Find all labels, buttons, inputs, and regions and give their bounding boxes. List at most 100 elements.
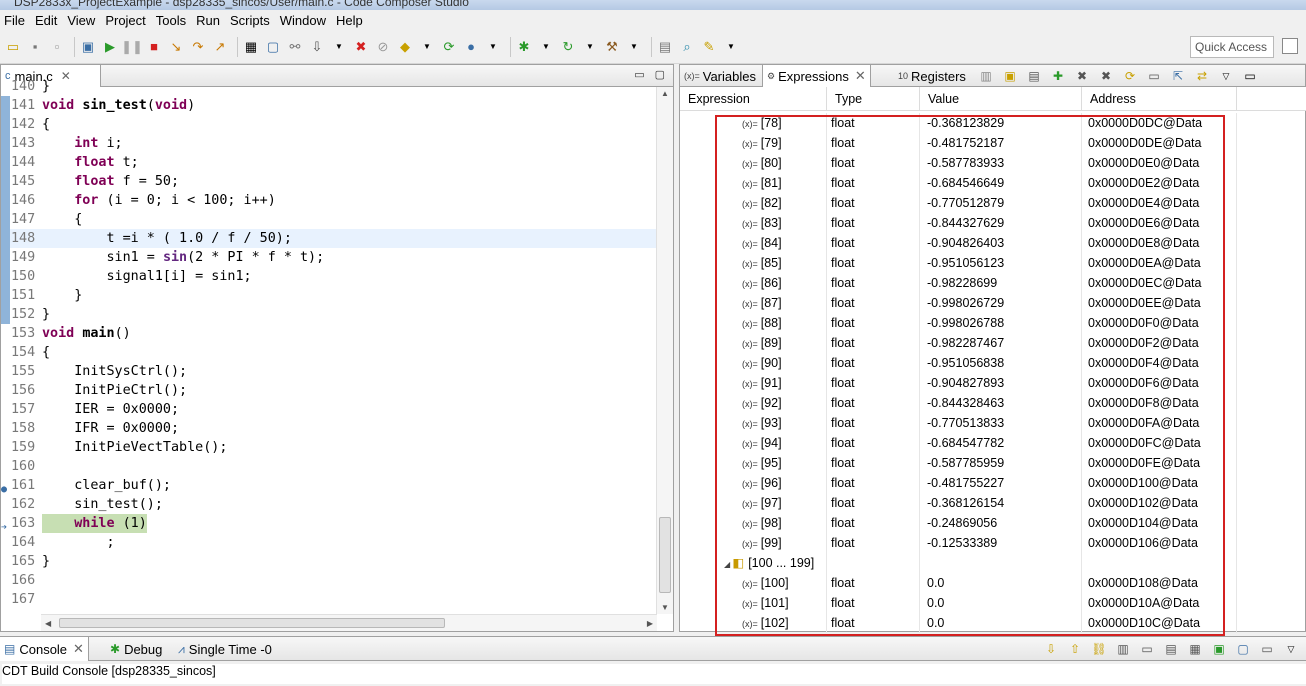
value-cell[interactable]: -0.24869056: [927, 513, 997, 533]
quick-access-input[interactable]: Quick Access: [1190, 36, 1274, 58]
table-row[interactable]: (x)= [84] float -0.904826403 0x0000D0E8@Data: [680, 233, 1237, 253]
tab-console[interactable]: ▤ Console ✕: [0, 637, 89, 661]
code-line[interactable]: 160: [1, 457, 657, 476]
code-line[interactable]: 141 void sin_test(void): [1, 96, 657, 115]
scroll-thumb[interactable]: [659, 517, 671, 593]
console-icon[interactable]: ▤: [656, 38, 674, 56]
code-line[interactable]: ● 161 clear_buf();: [1, 476, 657, 495]
view-menu-icon[interactable]: ▽: [1216, 67, 1236, 85]
code-line[interactable]: 155 InitSysCtrl();: [1, 362, 657, 381]
format-icon[interactable]: ▣: [1000, 67, 1020, 85]
chip-icon[interactable]: ◆: [396, 38, 414, 56]
value-cell[interactable]: -0.844327629: [927, 213, 1004, 233]
open-icon[interactable]: ▭: [1258, 640, 1276, 658]
run-icon[interactable]: ↻: [559, 38, 577, 56]
monitor-icon[interactable]: ▢: [264, 38, 282, 56]
value-cell[interactable]: -0.368123829: [927, 113, 1004, 133]
code-line[interactable]: 140}: [1, 77, 657, 96]
view-menu-icon[interactable]: ▽: [1282, 640, 1300, 658]
code-line[interactable]: 165}: [1, 552, 657, 571]
pin-icon[interactable]: ⇱: [1168, 67, 1188, 85]
table-row[interactable]: (x)= [88] float -0.998026788 0x0000D0F0@Data: [680, 313, 1237, 333]
table-row[interactable]: (x)= [89] float -0.982287467 0x0000D0F2@Data: [680, 333, 1237, 353]
value-cell[interactable]: 0.0: [927, 593, 944, 613]
copy-icon[interactable]: ▭: [1138, 640, 1156, 658]
resume-icon[interactable]: ▶: [101, 38, 119, 56]
value-cell[interactable]: -0.770513833: [927, 413, 1004, 433]
table-row[interactable]: (x)= [95] float -0.587785959 0x0000D0FE@Data: [680, 453, 1237, 473]
code-line[interactable]: 153 void main(): [1, 324, 657, 343]
close-icon[interactable]: ✕: [73, 641, 84, 657]
code-line[interactable]: 167: [1, 590, 657, 604]
scroll-right-icon[interactable]: ▶: [647, 619, 653, 628]
debug-bug-icon[interactable]: ✱: [515, 38, 533, 56]
value-cell[interactable]: -0.951056838: [927, 353, 1004, 373]
code-line[interactable]: 152}: [1, 305, 657, 324]
minimize-icon[interactable]: ▭: [1240, 67, 1260, 85]
table-row[interactable]: (x)= [94] float -0.684547782 0x0000D0FC@Data: [680, 433, 1237, 453]
table-row[interactable]: (x)= [79] float -0.481752187 0x0000D0DE@Data: [680, 133, 1237, 153]
value-cell[interactable]: -0.481752187: [927, 133, 1004, 153]
code-line[interactable]: 151 }: [1, 286, 657, 305]
code-line[interactable]: 142 {: [1, 115, 657, 134]
display-icon[interactable]: ▢: [1234, 640, 1252, 658]
table-row[interactable]: (x)= [78] float -0.368123829 0x0000D0DC@Data: [680, 113, 1237, 133]
toggle-icon[interactable]: ▥: [976, 67, 996, 85]
table-row[interactable]: (x)= [96] float -0.481755227 0x0000D100@Data: [680, 473, 1237, 493]
menu-view[interactable]: View: [65, 13, 103, 28]
menu-project[interactable]: Project: [103, 13, 153, 28]
arrow-up-icon[interactable]: ⇧: [1066, 640, 1084, 658]
refresh-icon[interactable]: ⟳: [1120, 67, 1140, 85]
remove-icon[interactable]: ✖: [1072, 67, 1092, 85]
table-row[interactable]: (x)= [97] float -0.368126154 0x0000D102@Data: [680, 493, 1237, 513]
value-cell[interactable]: -0.982287467: [927, 333, 1004, 353]
chevron-down-icon[interactable]: ▼: [537, 38, 555, 56]
table-row[interactable]: (x)= [98] float -0.24869056 0x0000D104@Data: [680, 513, 1237, 533]
save-all-icon[interactable]: ▫: [48, 38, 66, 56]
code-line[interactable]: 149 sin1 = sin(2 * PI * f * t);: [1, 248, 657, 267]
chevron-down-icon[interactable]: ▼: [484, 38, 502, 56]
pencil-icon[interactable]: ✎: [700, 38, 718, 56]
value-cell[interactable]: -0.684546649: [927, 173, 1004, 193]
menu-edit[interactable]: Edit: [33, 13, 65, 28]
code-line[interactable]: 146 for (i = 0; i < 100; i++): [1, 191, 657, 210]
value-cell[interactable]: -0.998026788: [927, 313, 1004, 333]
chevron-down-icon[interactable]: ▼: [330, 38, 348, 56]
menu-file[interactable]: File: [2, 13, 33, 28]
tab-registers[interactable]: 10 Registers: [894, 65, 970, 87]
code-line[interactable]: 154 {: [1, 343, 657, 362]
horizontal-scrollbar[interactable]: ◀ ▶: [41, 614, 657, 631]
clear-icon[interactable]: ▤: [1162, 640, 1180, 658]
scroll-left-icon[interactable]: ◀: [45, 619, 51, 628]
code-line[interactable]: 166: [1, 571, 657, 590]
code-line[interactable]: 144 float t;: [1, 153, 657, 172]
menu-window[interactable]: Window: [278, 13, 334, 28]
table-row[interactable]: (x)= [92] float -0.844328463 0x0000D0F8@Data: [680, 393, 1237, 413]
value-cell[interactable]: -0.12533389: [927, 533, 997, 553]
column-address[interactable]: Address: [1082, 87, 1237, 111]
value-cell[interactable]: -0.904827893: [927, 373, 1004, 393]
code-area[interactable]: 140} 141 void sin_test(void) 142 {143 int i;…: [1, 77, 657, 604]
value-cell[interactable]: -0.587783933: [927, 153, 1004, 173]
table-row[interactable]: (x)= [81] float -0.684546649 0x0000D0E2@Data: [680, 173, 1237, 193]
value-cell[interactable]: 0.0: [927, 573, 944, 593]
menu-scripts[interactable]: Scripts: [228, 13, 278, 28]
vertical-scrollbar[interactable]: ▲ ▼: [656, 87, 673, 614]
table-row[interactable]: (x)= [80] float -0.587783933 0x0000D0E0@Data: [680, 153, 1237, 173]
perspective-icon[interactable]: [1282, 38, 1298, 54]
connect-icon[interactable]: ⚯: [286, 38, 304, 56]
chevron-down-icon[interactable]: ▼: [418, 38, 436, 56]
tree-group-row[interactable]: ◢ ◧ [100 ... 199]: [680, 553, 1237, 573]
code-line[interactable]: 164 ;: [1, 533, 657, 552]
arrow-down-icon[interactable]: ⇩: [1042, 640, 1060, 658]
bomb-icon[interactable]: ●: [462, 38, 480, 56]
new-console-icon[interactable]: ▣: [1210, 640, 1228, 658]
menu-run[interactable]: Run: [194, 13, 228, 28]
tab-single-time[interactable]: ⩘ Single Time -0: [174, 637, 276, 661]
step-over-icon[interactable]: ↷: [189, 38, 207, 56]
save-icon[interactable]: ▪: [26, 38, 44, 56]
tab-expressions[interactable]: ⚙ Expressions ✕: [762, 65, 871, 87]
refresh-icon[interactable]: ⟳: [440, 38, 458, 56]
code-line[interactable]: 162 sin_test();: [1, 495, 657, 514]
chevron-down-icon[interactable]: ▼: [581, 38, 599, 56]
